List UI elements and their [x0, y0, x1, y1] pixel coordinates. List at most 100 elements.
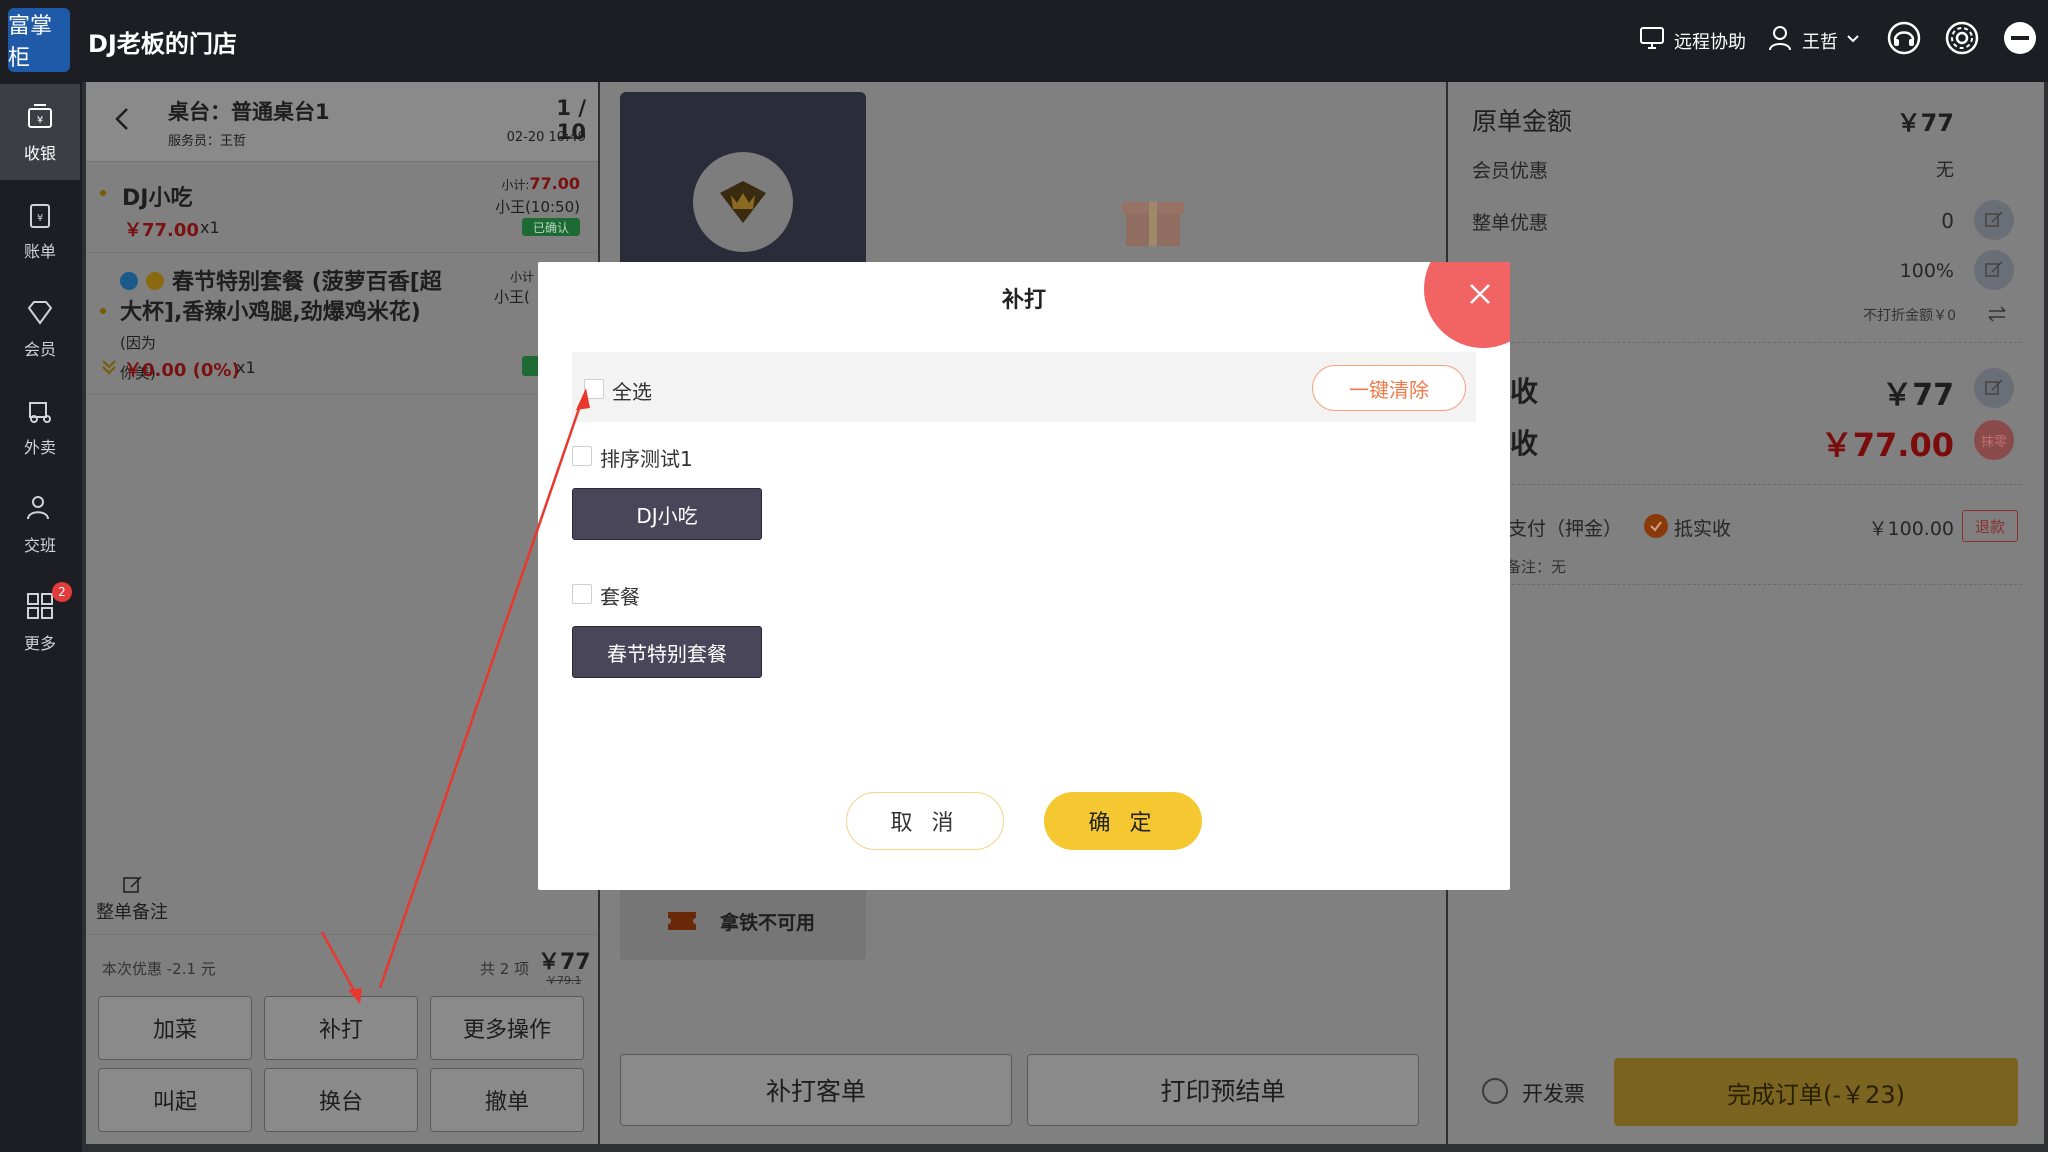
call-up-button[interactable]: 叫起 — [98, 1068, 252, 1132]
clear-all-button[interactable]: 一键清除 — [1312, 365, 1466, 411]
member-icon — [24, 296, 56, 328]
reprint-dialog: 补打 全选 一键清除 排序测试1 DJ小吃 套餐 春节特别套餐 取 消 确 定 — [538, 262, 1510, 890]
order-item-qty: x1 — [200, 218, 220, 237]
item-count: 共 2 项 — [480, 960, 530, 978]
bill-icon: ¥ — [24, 198, 56, 230]
rounding-button[interactable]: 抹零 — [1974, 420, 2014, 460]
user-menu[interactable]: 王哲 — [1766, 24, 1860, 57]
waiter-label: 服务员：王哲 — [168, 134, 247, 149]
item-dot — [100, 308, 106, 314]
original-amount-label: 原单金额 — [1472, 107, 1573, 136]
sidebar-item-delivery[interactable]: 外卖 — [0, 378, 80, 474]
sidebar-item-member[interactable]: 会员 — [0, 280, 80, 376]
cash-register-icon: ¥ — [24, 100, 56, 132]
crown-icon — [693, 152, 793, 252]
edit-rate-icon[interactable] — [1974, 250, 2014, 290]
group-checkbox[interactable] — [572, 446, 592, 466]
user-icon — [1766, 24, 1794, 57]
checkmark-icon[interactable] — [1644, 514, 1668, 538]
subtotal-label: 小计: — [501, 178, 530, 192]
refund-button[interactable]: 退款 — [1962, 510, 2018, 542]
order-note-button[interactable]: 整单备注 — [96, 898, 168, 924]
printer-item-button[interactable]: DJ小吃 — [572, 488, 762, 540]
deposit-label: 支付（押金） — [1508, 518, 1623, 540]
subtotal-value: 77.00 — [529, 174, 580, 193]
sidebar-item-bills[interactable]: ¥ 账单 — [0, 182, 80, 278]
member-card[interactable] — [620, 92, 866, 270]
delivery-icon — [24, 394, 56, 426]
sidebar-item-label: 会员 — [23, 340, 56, 359]
edit-icon[interactable] — [122, 874, 144, 900]
order-item-price: ￥0.00 (0%) — [124, 360, 240, 381]
more-actions-button[interactable]: 更多操作 — [430, 996, 584, 1060]
sidebar-item-label: 收银 — [23, 144, 56, 163]
subtotal-label: 小计 — [510, 270, 535, 284]
sidebar-item-cashier[interactable]: ¥ 收银 — [0, 84, 80, 180]
coupon-card[interactable]: 拿铁不可用 — [620, 880, 866, 960]
original-amount-value: ￥77 — [1896, 108, 1954, 137]
order-item-name[interactable]: DJ小吃 — [122, 180, 192, 212]
invoice-label: 开发票 — [1522, 1082, 1585, 1106]
edit-receivable-icon[interactable] — [1974, 368, 2014, 408]
divider — [86, 394, 598, 395]
group-label: 排序测试1 — [600, 447, 693, 471]
divider — [1472, 342, 2022, 343]
app-logo: 富掌柜 — [8, 8, 70, 72]
member-discount-label: 会员优惠 — [1472, 159, 1549, 182]
divider — [1472, 584, 2022, 585]
divider — [86, 252, 598, 253]
cancel-order-button[interactable]: 撤单 — [430, 1068, 584, 1132]
edit-discount-icon[interactable] — [1974, 200, 2014, 240]
sidebar-item-label: 更多 — [23, 634, 56, 653]
member-discount-value: 无 — [1936, 160, 1954, 181]
reprint-guest-button[interactable]: 补打客单 — [620, 1054, 1012, 1126]
order-item-staff: 小王(10:50) — [495, 198, 580, 216]
cancel-button[interactable]: 取 消 — [846, 792, 1004, 850]
chevron-down-icon — [1846, 30, 1860, 51]
printer-item-button[interactable]: 春节特别套餐 — [572, 626, 762, 678]
order-discount-row: 整单优惠 0 — [1472, 206, 1954, 236]
remote-assist-label: 远程协助 — [1674, 31, 1746, 53]
order-discount-label: 整单优惠 — [1472, 211, 1549, 234]
ticket-icon — [666, 910, 698, 936]
divider — [1472, 484, 2022, 485]
invoice-radio[interactable] — [1482, 1078, 1508, 1104]
receivable-label: 收 — [1510, 375, 1539, 408]
complete-order-button[interactable]: 完成订单(-￥23) — [1614, 1058, 2018, 1126]
settings-gear-icon[interactable] — [1942, 18, 1982, 58]
confirm-button[interactable]: 确 定 — [1044, 792, 1202, 850]
divider — [86, 934, 598, 935]
sidebar-item-shift[interactable]: 交班 — [0, 476, 80, 572]
group-checkbox[interactable] — [572, 584, 592, 604]
table-label: 桌台：普通桌台1 — [168, 100, 330, 124]
order-discount-value: 0 — [1941, 209, 1954, 233]
discount-text: 本次优惠 -2.1 元 — [102, 960, 216, 978]
swap-icon[interactable] — [1988, 306, 2006, 326]
sidebar-item-label: 交班 — [23, 536, 56, 555]
status-badge: 已确认 — [522, 218, 580, 236]
select-all-checkbox[interactable] — [584, 379, 604, 399]
minimize-icon[interactable] — [2000, 18, 2040, 58]
deposit-offset-label: 抵实收 — [1674, 518, 1732, 540]
monitor-icon — [1638, 24, 1666, 57]
order-item-name[interactable]: 春节特别套餐 (菠萝百香[超大杯],香辣小鸡腿,劲爆鸡米花) — [120, 268, 450, 328]
order-item-staff: 小王( — [494, 288, 530, 306]
deposit-note: 备注：无 — [1506, 558, 1567, 576]
add-dish-button[interactable]: 加菜 — [98, 996, 252, 1060]
headset-icon[interactable] — [1884, 18, 1924, 58]
sidebar-item-label: 外卖 — [23, 438, 56, 457]
item-dot — [100, 190, 106, 196]
dialog-title: 补打 — [1001, 288, 1046, 313]
store-name: DJ老板的门店 — [88, 30, 237, 58]
paid-label: 收 — [1510, 427, 1539, 460]
grid-icon — [24, 590, 56, 622]
remote-assist-button[interactable]: 远程协助 — [1638, 24, 1746, 57]
change-table-button[interactable]: 换台 — [264, 1068, 418, 1132]
sidebar-item-label: 账单 — [23, 242, 56, 261]
print-pre-bill-button[interactable]: 打印预结单 — [1027, 1054, 1419, 1126]
svg-text:¥: ¥ — [37, 213, 43, 224]
shift-icon — [24, 492, 56, 524]
back-arrow-icon[interactable] — [112, 106, 134, 136]
gift-box-icon — [1118, 190, 1188, 250]
reprint-button[interactable]: 补打 — [264, 996, 418, 1060]
